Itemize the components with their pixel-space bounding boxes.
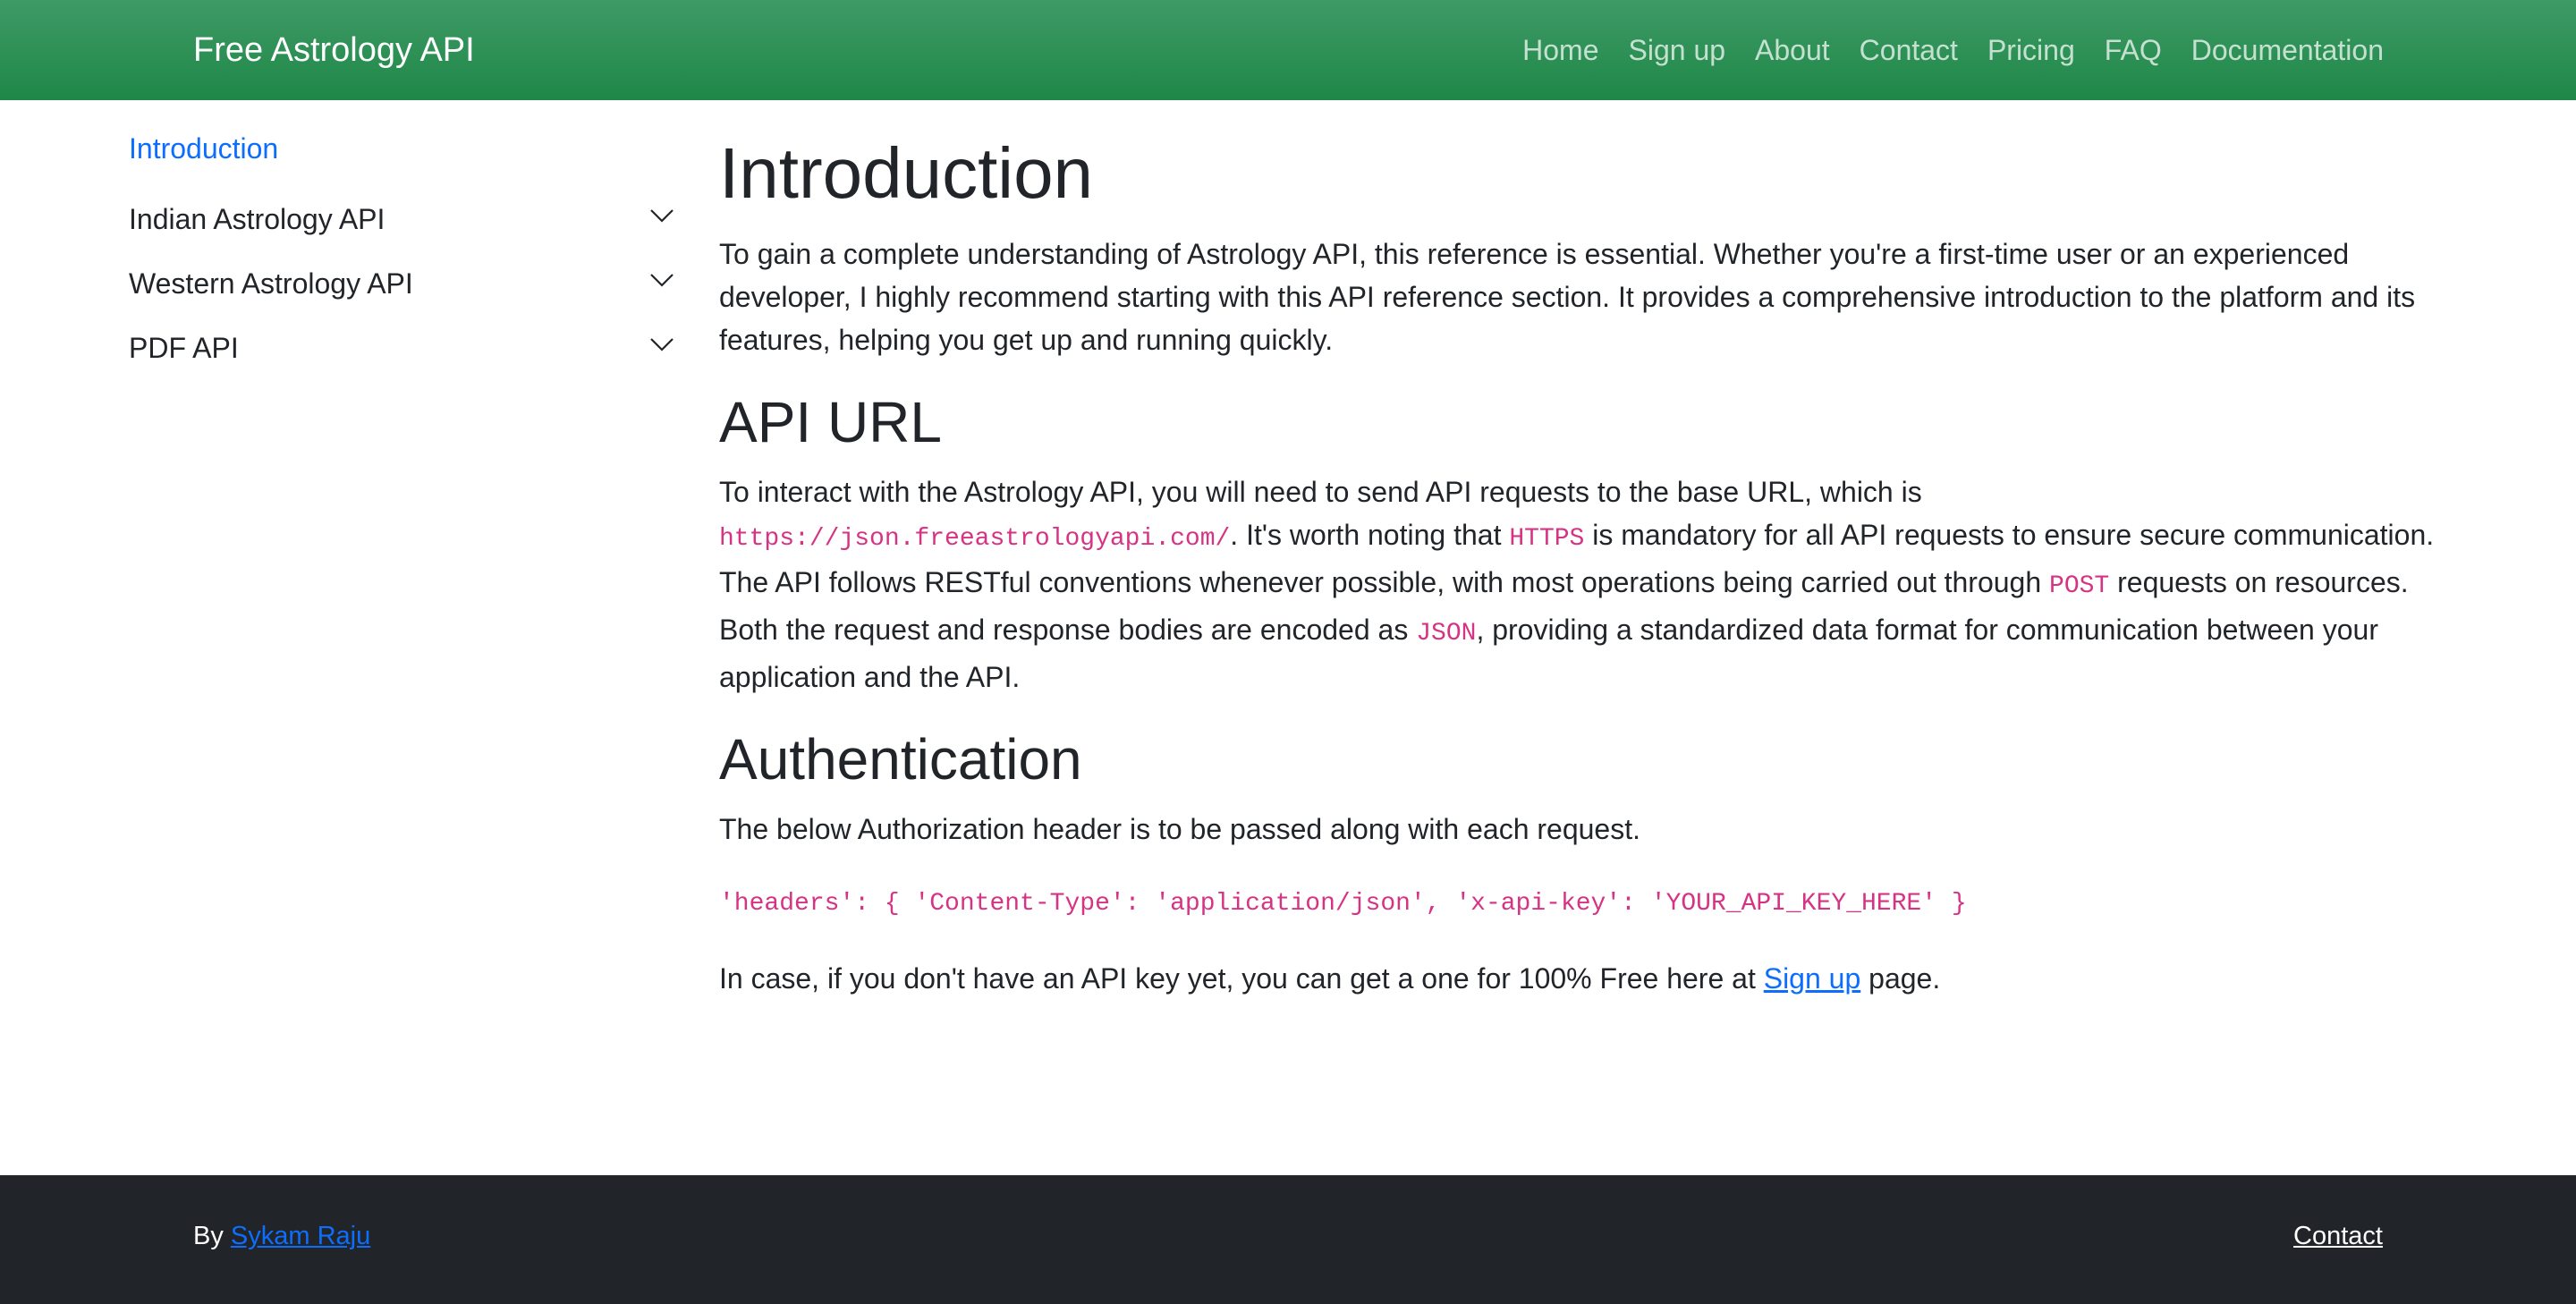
brand-link[interactable]: Free Astrology API xyxy=(193,0,475,100)
api-url-heading: API URL xyxy=(719,390,942,454)
api-url-text: To interact with the Astrology API, you … xyxy=(719,476,1922,508)
post-code: POST xyxy=(2049,572,2110,600)
api-url-text: . It's worth noting that xyxy=(1230,519,1510,551)
signup-paragraph: In case, if you don't have an API key ye… xyxy=(719,957,2436,1000)
nav-about[interactable]: About xyxy=(1755,34,1830,67)
footer-credit: By Sykam Raju xyxy=(193,1222,370,1251)
chevron-down-icon[interactable] xyxy=(649,271,674,289)
sidebar-item-label: Western Astrology API xyxy=(129,267,413,300)
footer-by-label: By xyxy=(193,1222,231,1250)
authentication-paragraph: The below Authorization header is to be … xyxy=(719,813,1640,845)
sidebar-item-label: PDF API xyxy=(129,332,239,364)
json-code: JSON xyxy=(1416,620,1477,648)
footer-contact-link[interactable]: Contact xyxy=(2293,1222,2383,1251)
chevron-down-icon[interactable] xyxy=(649,207,674,224)
signup-text: page. xyxy=(1860,962,1941,995)
nav-documentation[interactable]: Documentation xyxy=(2191,34,2384,67)
sidebar-item-introduction[interactable]: Introduction xyxy=(129,132,674,165)
top-navbar: Free Astrology API Home Sign up About Co… xyxy=(0,0,2576,100)
nav-home[interactable]: Home xyxy=(1522,34,1598,67)
nav-sign-up[interactable]: Sign up xyxy=(1629,34,1726,67)
intro-paragraph: To gain a complete understanding of Astr… xyxy=(719,238,2416,356)
authentication-heading: Authentication xyxy=(719,727,1082,792)
signup-text: In case, if you don't have an API key ye… xyxy=(719,962,1764,995)
api-url-paragraph: To interact with the Astrology API, you … xyxy=(719,470,2436,699)
nav-faq[interactable]: FAQ xyxy=(2105,34,2162,67)
sidebar-item-indian-astrology-api[interactable]: Indian Astrology API xyxy=(129,203,674,267)
page-title: Introduction xyxy=(719,133,1094,213)
page-footer: By Sykam Raju Contact xyxy=(0,1175,2576,1304)
https-code: HTTPS xyxy=(1509,525,1585,553)
sidebar-item-pdf-api[interactable]: PDF API xyxy=(129,332,674,396)
sign-up-link[interactable]: Sign up xyxy=(1764,962,1861,995)
nav-pricing[interactable]: Pricing xyxy=(1987,34,2075,67)
base-url-code: https://json.freeastrologyapi.com/ xyxy=(719,525,1231,553)
docs-sidebar: Introduction Indian Astrology API Wester… xyxy=(129,132,674,396)
main-content: Introduction To gain a complete understa… xyxy=(719,134,2436,1029)
nav-contact[interactable]: Contact xyxy=(1860,34,1958,67)
nav-links: Home Sign up About Contact Pricing FAQ D… xyxy=(1493,0,2384,100)
sidebar-item-label: Indian Astrology API xyxy=(129,203,386,235)
headers-code-block: 'headers': { 'Content-Type': 'applicatio… xyxy=(719,890,1967,918)
sidebar-item-western-astrology-api[interactable]: Western Astrology API xyxy=(129,267,674,332)
author-link[interactable]: Sykam Raju xyxy=(231,1222,370,1250)
chevron-down-icon[interactable] xyxy=(649,335,674,353)
